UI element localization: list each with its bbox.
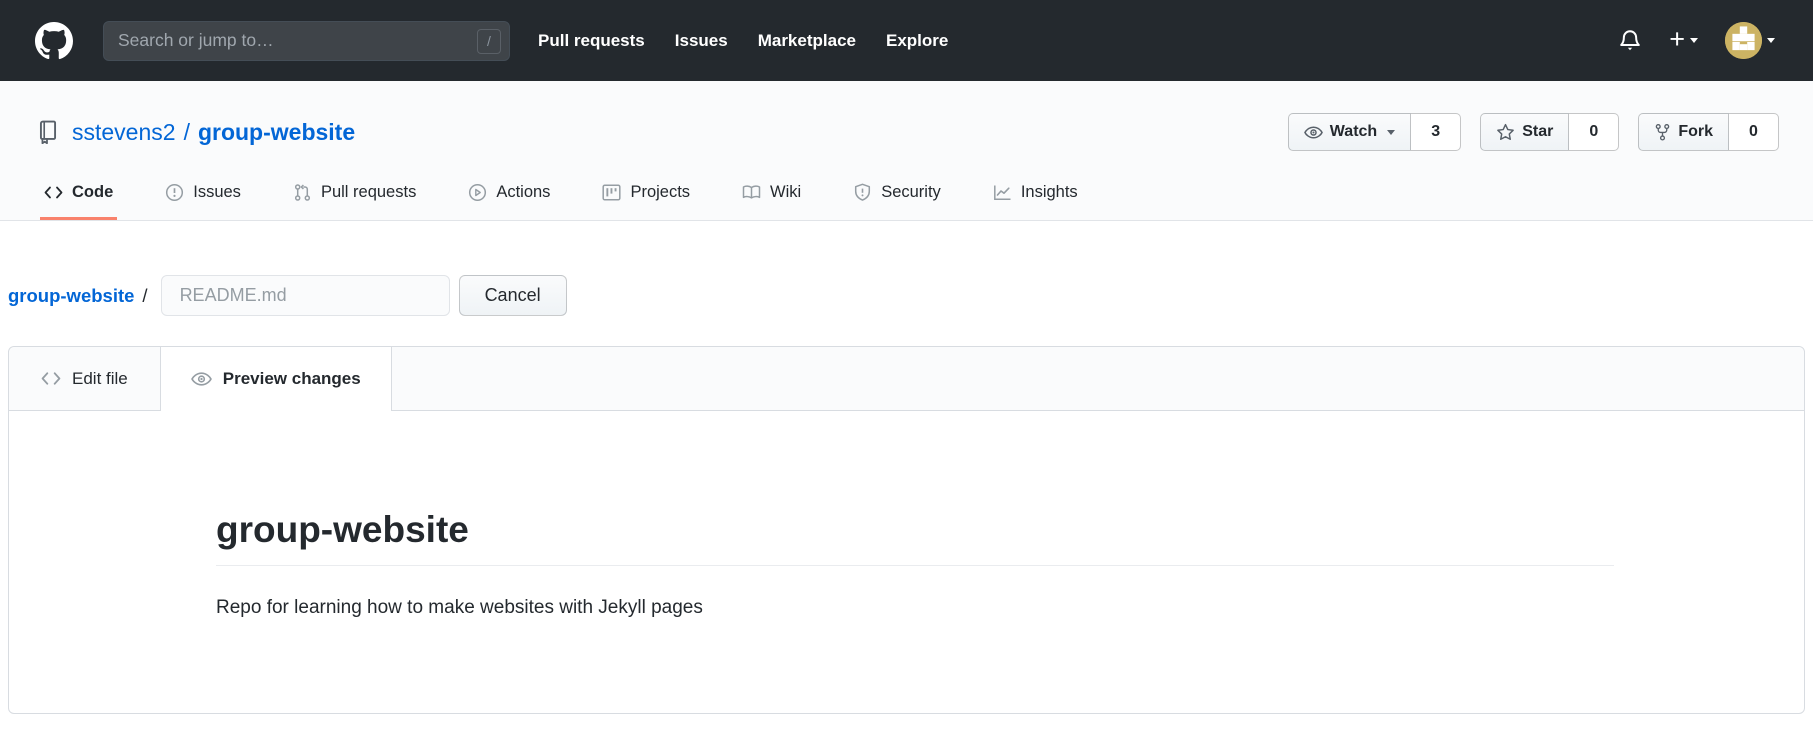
tab-code-label: Code bbox=[72, 183, 114, 201]
github-mark-icon bbox=[35, 21, 73, 59]
identicon bbox=[1725, 22, 1762, 59]
eye-icon bbox=[1303, 125, 1323, 139]
tab-security[interactable]: Security bbox=[849, 177, 945, 220]
nav-issues[interactable]: Issues bbox=[675, 31, 728, 51]
readme-description: Repo for learning how to make websites w… bbox=[216, 597, 703, 619]
play-circle-icon bbox=[469, 183, 487, 202]
git-pull-request-icon bbox=[294, 184, 310, 201]
bell-icon bbox=[1620, 29, 1641, 50]
watch-button-group: Watch 3 bbox=[1287, 113, 1462, 151]
tab-issues[interactable]: Issues bbox=[161, 177, 245, 220]
eye-icon bbox=[190, 372, 212, 386]
tab-projects[interactable]: Projects bbox=[598, 177, 694, 220]
plus-icon: + bbox=[1669, 23, 1685, 54]
tab-issues-label: Issues bbox=[193, 183, 241, 201]
tab-code[interactable]: Code bbox=[40, 177, 118, 220]
repo-title: sstevens2 / group-website bbox=[72, 119, 355, 146]
create-new-button[interactable]: + bbox=[1669, 23, 1698, 54]
caret-down-icon bbox=[1767, 38, 1775, 43]
issue-opened-icon bbox=[166, 183, 184, 202]
star-button[interactable]: Star bbox=[1480, 113, 1570, 151]
star-label: Star bbox=[1522, 123, 1554, 140]
shield-icon bbox=[855, 183, 871, 201]
watch-button[interactable]: Watch bbox=[1287, 113, 1412, 151]
top-nav: Pull requests Issues Marketplace Explore bbox=[538, 31, 948, 51]
repo-icon bbox=[39, 120, 57, 144]
tab-pull-requests-label: Pull requests bbox=[320, 183, 417, 201]
tab-insights[interactable]: Insights bbox=[989, 177, 1082, 220]
code-icon bbox=[44, 186, 63, 199]
fork-button-group: Fork 0 bbox=[1638, 113, 1779, 151]
tab-projects-label: Projects bbox=[630, 183, 691, 201]
tab-preview-changes[interactable]: Preview changes bbox=[159, 347, 392, 411]
file-breadcrumb-row: group-website / Cancel bbox=[8, 275, 1805, 316]
repo-owner-link[interactable]: sstevens2 bbox=[72, 119, 176, 146]
avatar bbox=[1725, 22, 1762, 59]
editor-tabstrip: Edit file Preview changes bbox=[9, 347, 1804, 411]
slash-key-hint: / bbox=[477, 28, 501, 54]
breadcrumb-repo-link[interactable]: group-website bbox=[8, 285, 134, 307]
filename-input[interactable] bbox=[160, 275, 450, 316]
readme-title: group-website bbox=[216, 507, 1614, 567]
github-logo[interactable] bbox=[35, 21, 73, 60]
cancel-button[interactable]: Cancel bbox=[458, 275, 567, 316]
star-button-group: Star 0 bbox=[1480, 113, 1620, 151]
project-board-icon bbox=[602, 184, 621, 201]
graph-icon bbox=[993, 185, 1011, 200]
nav-pull-requests[interactable]: Pull requests bbox=[538, 31, 645, 51]
tab-insights-label: Insights bbox=[1020, 183, 1078, 201]
nav-explore[interactable]: Explore bbox=[886, 31, 948, 51]
book-icon bbox=[742, 185, 761, 199]
fork-count[interactable]: 0 bbox=[1729, 113, 1779, 151]
caret-down-icon bbox=[1387, 129, 1396, 135]
watch-count[interactable]: 3 bbox=[1411, 113, 1462, 151]
tab-wiki-label: Wiki bbox=[770, 183, 802, 201]
tab-edit-file[interactable]: Edit file bbox=[9, 347, 160, 410]
tab-actions-label: Actions bbox=[496, 183, 551, 201]
file-editor-box: Edit file Preview changes group-website … bbox=[8, 346, 1805, 714]
tab-pull-requests[interactable]: Pull requests bbox=[289, 177, 420, 220]
repo-nav-tabs: Code Issues Pull requests Actions Projec… bbox=[0, 177, 1813, 220]
repo-name-link[interactable]: group-website bbox=[198, 119, 355, 146]
tab-actions[interactable]: Actions bbox=[464, 177, 554, 220]
star-count[interactable]: 0 bbox=[1569, 113, 1620, 151]
caret-down-icon bbox=[1690, 38, 1698, 43]
markdown-preview: group-website Repo for learning how to m… bbox=[9, 411, 1804, 621]
tab-wiki[interactable]: Wiki bbox=[738, 177, 805, 220]
search-input[interactable] bbox=[103, 20, 510, 61]
repo-social-buttons: Watch 3 Star 0 Fork 0 bbox=[1287, 113, 1779, 151]
tab-preview-changes-label: Preview changes bbox=[222, 369, 361, 388]
star-icon bbox=[1497, 123, 1515, 140]
tab-edit-file-label: Edit file bbox=[72, 368, 128, 388]
repo-header: sstevens2 / group-website Watch 3 Star 0… bbox=[0, 81, 1813, 221]
repo-title-separator: / bbox=[183, 118, 190, 145]
repo-title-row: sstevens2 / group-website Watch 3 Star 0… bbox=[0, 113, 1813, 151]
fork-icon bbox=[1656, 123, 1670, 141]
notifications-button[interactable] bbox=[1618, 28, 1642, 54]
header-right-cluster: + bbox=[1618, 22, 1775, 59]
search-box: / bbox=[103, 20, 510, 61]
fork-button[interactable]: Fork bbox=[1638, 113, 1729, 151]
breadcrumb-separator: / bbox=[142, 284, 148, 306]
code-icon bbox=[41, 372, 61, 385]
tab-security-label: Security bbox=[881, 183, 941, 201]
fork-label: Fork bbox=[1678, 123, 1713, 140]
user-menu-button[interactable] bbox=[1725, 22, 1775, 59]
watch-label: Watch bbox=[1329, 123, 1378, 140]
nav-marketplace[interactable]: Marketplace bbox=[758, 31, 856, 51]
top-header: / Pull requests Issues Marketplace Explo… bbox=[0, 0, 1813, 81]
